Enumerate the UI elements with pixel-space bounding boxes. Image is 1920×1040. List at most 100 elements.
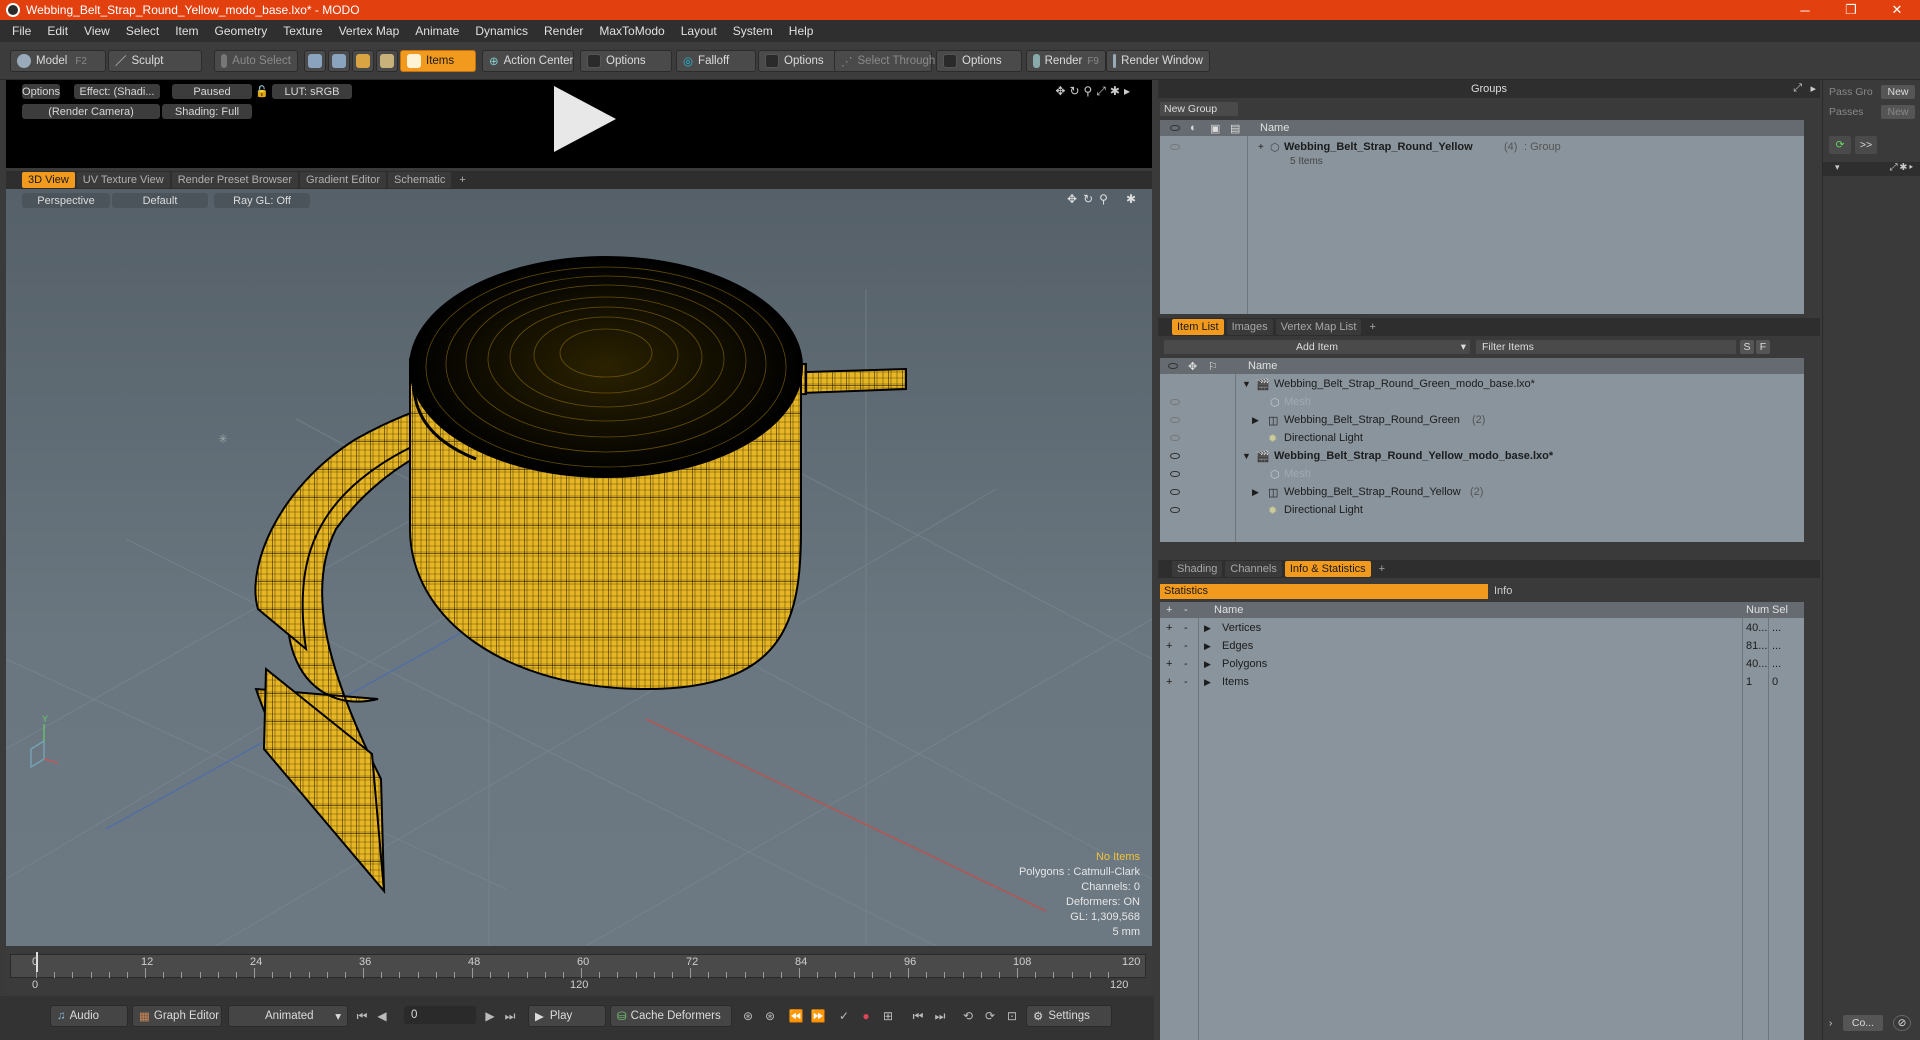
expand-icon[interactable]: ⤢ bbox=[1096, 84, 1110, 98]
snap-icon[interactable]: ⊡ bbox=[1004, 1008, 1020, 1024]
select-through-options-button[interactable]: Options bbox=[936, 50, 1022, 72]
auto-key-icon[interactable]: ✓ bbox=[836, 1008, 852, 1024]
add-icon[interactable]: + bbox=[1166, 622, 1172, 634]
tab-info-statistics[interactable]: Info & Statistics bbox=[1284, 561, 1371, 577]
loop-icon[interactable]: ⟲ bbox=[960, 1008, 976, 1024]
items-mode-button[interactable]: Items bbox=[400, 50, 476, 72]
sculpt-mode-button[interactable]: ／ Sculpt bbox=[108, 50, 202, 72]
expand-icon[interactable]: ⤢ bbox=[1890, 162, 1900, 173]
expand-icon[interactable]: + bbox=[1258, 142, 1264, 153]
close-button[interactable]: ✕ bbox=[1874, 0, 1920, 20]
frame-input[interactable]: 0 bbox=[404, 1006, 476, 1024]
eye-icon[interactable] bbox=[1170, 435, 1180, 441]
expand-all-icon[interactable]: + bbox=[1166, 604, 1172, 616]
item-row[interactable]: ✹ Directional Light bbox=[1160, 429, 1804, 447]
menu-dynamics[interactable]: Dynamics bbox=[467, 20, 536, 42]
key-all-icon[interactable]: ⊛ bbox=[762, 1008, 778, 1024]
menu-layout[interactable]: Layout bbox=[673, 20, 725, 42]
sync-icon[interactable]: ⟳ bbox=[982, 1008, 998, 1024]
tab-vertex-map-list[interactable]: Vertex Map List bbox=[1275, 319, 1362, 335]
menu-maxtomodo[interactable]: MaxToModo bbox=[591, 20, 672, 42]
3d-viewport[interactable]: Perspective Default Ray GL: Off ✥↻⚲ ✱ Y … bbox=[6, 189, 1152, 946]
timeline[interactable]: 01224364860728496108120 0 120 120 bbox=[6, 948, 1152, 994]
info-tab[interactable]: Info bbox=[1490, 584, 1816, 599]
refresh-icon[interactable]: ⟳ bbox=[1829, 136, 1851, 154]
expand-arrow-icon[interactable]: ▶ bbox=[1204, 623, 1211, 634]
playhead[interactable] bbox=[36, 952, 38, 972]
edges-mode-button[interactable] bbox=[328, 50, 350, 72]
play-icon[interactable] bbox=[554, 86, 616, 152]
restore-button[interactable]: ❐ bbox=[1828, 0, 1874, 20]
add-tab-button[interactable]: + bbox=[453, 172, 471, 188]
menu-animate[interactable]: Animate bbox=[407, 20, 467, 42]
item-row[interactable]: ✹ Directional Light bbox=[1160, 501, 1804, 519]
materials-mode-button[interactable] bbox=[376, 50, 398, 72]
tab-images[interactable]: Images bbox=[1226, 319, 1273, 335]
tab-shading[interactable]: Shading bbox=[1172, 561, 1223, 577]
eye-icon[interactable] bbox=[1170, 399, 1180, 405]
model-mode-button[interactable]: Model F2 bbox=[10, 50, 106, 72]
lut-dropdown[interactable]: LUT: sRGB bbox=[272, 84, 352, 99]
tab-schematic[interactable]: Schematic bbox=[388, 172, 452, 188]
preview-effect-dropdown[interactable]: Effect: (Shadi... bbox=[74, 84, 160, 99]
eye-icon[interactable] bbox=[1170, 453, 1180, 459]
step-forward-icon[interactable]: ▶ bbox=[482, 1008, 498, 1024]
menu-file[interactable]: File bbox=[4, 20, 39, 42]
arrow-right-icon[interactable]: ▸ bbox=[1810, 82, 1816, 95]
tab-item-list[interactable]: Item List bbox=[1172, 319, 1224, 335]
cache-deformers-button[interactable]: ⛁ Cache Deformers bbox=[610, 1005, 732, 1027]
remove-icon[interactable]: - bbox=[1184, 640, 1188, 652]
action-center-options-button[interactable]: Options bbox=[580, 50, 672, 72]
tab-channels[interactable]: Channels bbox=[1225, 561, 1282, 577]
new-pass-button[interactable]: New bbox=[1881, 105, 1915, 119]
animated-dropdown[interactable]: Animated ▾ bbox=[228, 1005, 348, 1027]
move-icon[interactable]: ✥ bbox=[1055, 84, 1069, 98]
eye-icon[interactable] bbox=[1170, 507, 1180, 513]
search-toggle-button[interactable]: S bbox=[1740, 340, 1754, 354]
stat-row[interactable]: + - ▶ Edges 81... ... bbox=[1160, 637, 1804, 655]
chevron-down-icon[interactable]: ▾ bbox=[1835, 162, 1840, 173]
vertices-mode-button[interactable] bbox=[304, 50, 326, 72]
collapse-arrow-icon[interactable]: ▼ bbox=[1242, 451, 1251, 461]
new-pass-group-button[interactable]: New bbox=[1881, 85, 1915, 99]
add-icon[interactable]: + bbox=[1166, 640, 1172, 652]
statistics-tab[interactable]: Statistics bbox=[1160, 584, 1488, 599]
menu-render[interactable]: Render bbox=[536, 20, 591, 42]
preview-options-button[interactable]: Options bbox=[22, 84, 60, 99]
remove-icon[interactable]: - bbox=[1184, 676, 1188, 688]
falloff-options-button[interactable]: Options bbox=[758, 50, 838, 72]
tab-uv-texture-view[interactable]: UV Texture View bbox=[76, 172, 170, 188]
zoom-icon[interactable]: ⚲ bbox=[1084, 84, 1097, 98]
stat-row[interactable]: + - ▶ Vertices 40... ... bbox=[1160, 619, 1804, 637]
filter-items-input[interactable]: Filter Items bbox=[1476, 340, 1736, 354]
expand-arrow-icon[interactable]: ▶ bbox=[1204, 677, 1211, 688]
render-window-button[interactable]: Render Window bbox=[1106, 50, 1210, 72]
eye-icon[interactable] bbox=[1170, 471, 1180, 477]
menu-view[interactable]: View bbox=[76, 20, 118, 42]
item-row[interactable]: ⬡ Mesh bbox=[1160, 393, 1804, 411]
add-tab-button[interactable]: + bbox=[1364, 319, 1380, 335]
tab-3d-view[interactable]: 3D View bbox=[22, 172, 75, 188]
collapse-arrow-icon[interactable]: ▼ bbox=[1242, 379, 1251, 389]
groups-list[interactable]: ◐ ▣ ▤ Name + ⬡ Webbing_Belt_Strap_Round_… bbox=[1160, 120, 1804, 314]
action-center-button[interactable]: ⊕ Action Center bbox=[482, 50, 574, 72]
step-back-icon[interactable]: ◀ bbox=[374, 1008, 390, 1024]
tab-gradient-editor[interactable]: Gradient Editor bbox=[300, 172, 386, 188]
render-button[interactable]: Render F9 bbox=[1026, 50, 1106, 72]
arrow-right-icon[interactable]: ▸ bbox=[1909, 162, 1915, 173]
more-button[interactable]: >> bbox=[1855, 136, 1877, 154]
menu-item[interactable]: Item bbox=[167, 20, 206, 42]
graph-editor-button[interactable]: ▦ Graph Editor bbox=[132, 1005, 222, 1027]
skip-start-icon[interactable]: ⏮ bbox=[354, 1008, 370, 1024]
eye-icon[interactable] bbox=[1170, 489, 1180, 495]
arrow-right-icon[interactable]: ▸ bbox=[1124, 84, 1134, 98]
remove-icon[interactable]: - bbox=[1184, 622, 1188, 634]
settings-button[interactable]: ⚙ Settings bbox=[1026, 1005, 1112, 1027]
select-through-button[interactable]: ⋰ Select Through bbox=[834, 50, 935, 72]
refresh-icon[interactable]: ↻ bbox=[1069, 84, 1083, 98]
add-icon[interactable]: + bbox=[1166, 658, 1172, 670]
menu-system[interactable]: System bbox=[725, 20, 781, 42]
item-row[interactable]: ▼ 🎬 Webbing_Belt_Strap_Round_Yellow_modo… bbox=[1160, 447, 1804, 465]
stat-row[interactable]: + - ▶ Polygons 40... ... bbox=[1160, 655, 1804, 673]
menu-texture[interactable]: Texture bbox=[275, 20, 330, 42]
